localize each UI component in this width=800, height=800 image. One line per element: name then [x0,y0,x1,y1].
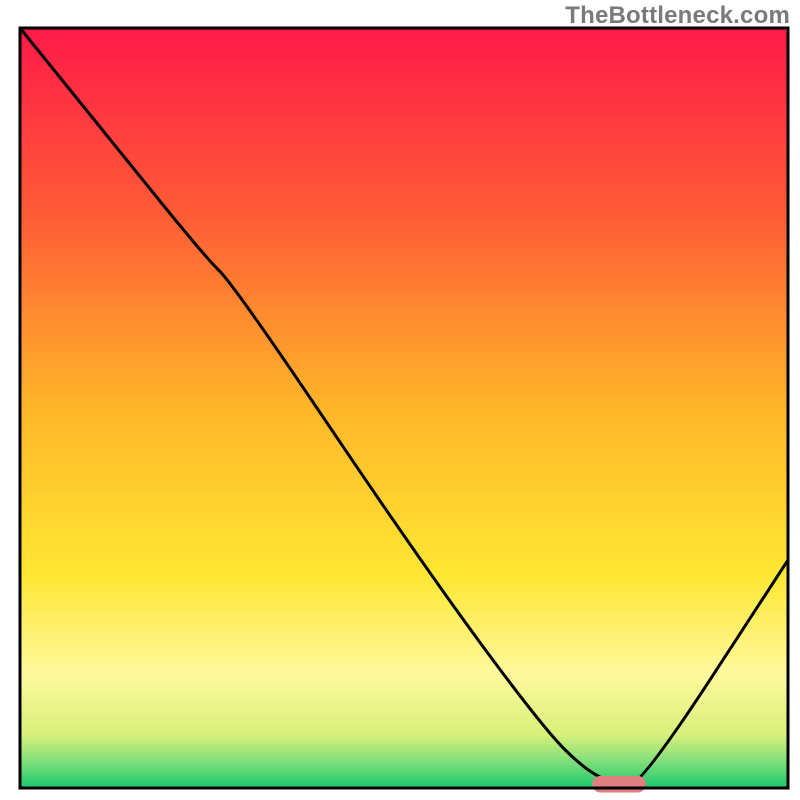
chart-stage: TheBottleneck.com [0,0,800,800]
bottleneck-chart [0,0,800,800]
watermark-text: TheBottleneck.com [565,2,790,30]
optimal-region-marker [592,776,646,793]
plot-background [20,28,788,788]
